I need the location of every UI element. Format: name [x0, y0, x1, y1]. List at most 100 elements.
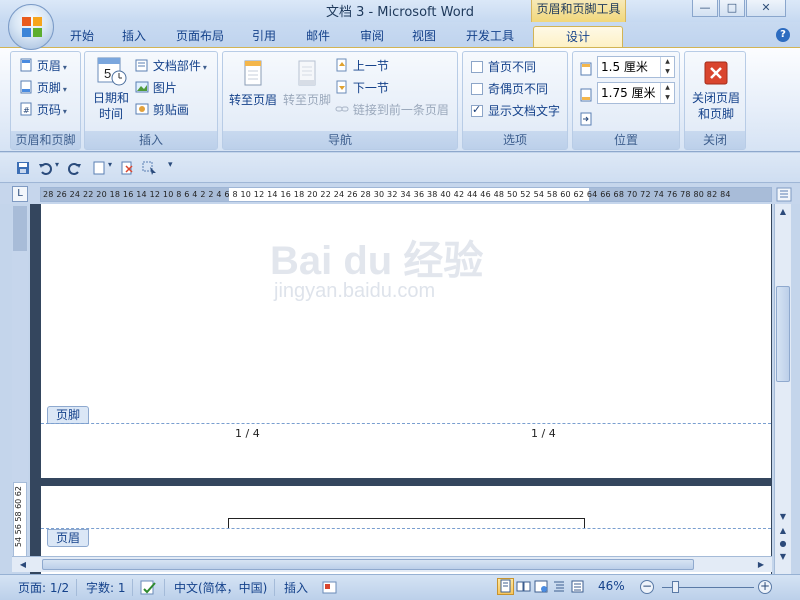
- insert-mode[interactable]: 插入: [284, 579, 308, 596]
- horizontal-scrollbar[interactable]: ◀ ▶: [12, 556, 772, 572]
- footer-icon: [20, 80, 32, 94]
- help-icon[interactable]: ?: [776, 28, 790, 42]
- proofing-icon[interactable]: [140, 580, 158, 596]
- picture-button[interactable]: 图片: [135, 80, 177, 96]
- tab-developer[interactable]: 开发工具: [458, 26, 522, 48]
- document-icon[interactable]: [92, 161, 106, 175]
- print-layout-view-button[interactable]: [497, 578, 514, 595]
- tab-design[interactable]: 设计: [533, 26, 623, 48]
- draft-icon: [571, 580, 584, 593]
- goto-footer-button[interactable]: 转至页脚: [281, 58, 333, 108]
- tab-home[interactable]: 开始: [62, 26, 102, 48]
- customize-qat-icon[interactable]: ▾: [168, 160, 173, 170]
- clip-art-button[interactable]: 剪贴画: [135, 102, 189, 118]
- scroll-left-icon[interactable]: ◀: [16, 558, 30, 572]
- status-bar: 页面: 1/2 字数: 1 中文(简体，中国) 插入 46% − +: [0, 574, 800, 600]
- scroll-down-icon[interactable]: ▼: [776, 510, 790, 524]
- maximize-button[interactable]: □: [719, 0, 745, 17]
- zoom-level[interactable]: 46%: [598, 579, 625, 593]
- print-preview-icon[interactable]: [120, 161, 134, 175]
- tab-page-layout[interactable]: 页面布局: [168, 26, 232, 48]
- group-label-insert: 插入: [85, 131, 217, 149]
- footer-from-bottom-input[interactable]: 1.75 厘米 ▲ ▼: [597, 82, 675, 104]
- web-layout-view-button[interactable]: [533, 578, 550, 595]
- svg-text:5: 5: [104, 66, 111, 81]
- page-number-right[interactable]: 1 / 4: [531, 427, 556, 440]
- page-1[interactable]: [41, 204, 771, 478]
- scroll-up-icon[interactable]: ▲: [776, 205, 790, 219]
- goto-header-label: 转至页眉: [228, 93, 277, 107]
- page-number-left[interactable]: 1 / 4: [235, 427, 260, 440]
- insert-alignment-tab-icon[interactable]: [579, 112, 593, 126]
- office-button[interactable]: [8, 4, 54, 50]
- macro-record-icon[interactable]: [322, 580, 338, 596]
- next-section-button[interactable]: 下一节: [335, 80, 389, 96]
- quick-parts-button[interactable]: 文档部件 ▾: [135, 58, 207, 76]
- window-title: 文档 3 - Microsoft Word: [325, 5, 475, 20]
- previous-section-label: 上一节: [352, 59, 389, 73]
- zoom-out-button[interactable]: −: [640, 580, 654, 594]
- outline-view-button[interactable]: [551, 578, 568, 595]
- redo-icon[interactable]: [68, 161, 82, 175]
- horizontal-ruler[interactable]: 28 26 24 22 20 18 16 14 12 10 8 6 4 2 2 …: [40, 187, 772, 202]
- draft-view-button[interactable]: [569, 578, 586, 595]
- undo-dropdown-icon[interactable]: ▾: [55, 160, 59, 169]
- select-objects-icon[interactable]: [142, 161, 158, 175]
- tab-insert[interactable]: 插入: [114, 26, 154, 48]
- footer-button[interactable]: 页脚 ▾: [19, 80, 67, 98]
- vertical-ruler[interactable]: 54 56 58 60 62: [12, 206, 28, 572]
- header-table-outline[interactable]: [228, 518, 585, 528]
- tab-references[interactable]: 引用: [244, 26, 284, 48]
- group-navigation: 转至页眉 转至页脚 上一节 下一节 链接到前一条页眉 导航: [222, 51, 458, 150]
- scroll-right-icon[interactable]: ▶: [754, 558, 768, 572]
- picture-icon: [135, 81, 149, 93]
- header-button[interactable]: 页眉 ▾: [19, 58, 67, 76]
- minimize-button[interactable]: —: [692, 0, 718, 17]
- tab-review[interactable]: 审阅: [352, 26, 392, 48]
- vertical-scrollbar[interactable]: ▲ ▼ ▲ ● ▼: [774, 204, 791, 574]
- different-odd-even-label: 奇偶页不同: [488, 82, 549, 96]
- page-number-icon: #: [20, 102, 32, 116]
- word-count[interactable]: 字数: 1: [86, 579, 126, 596]
- zoom-slider-knob[interactable]: [672, 581, 679, 593]
- language-indicator[interactable]: 中文(简体，中国): [174, 579, 267, 596]
- view-ruler-icon[interactable]: [776, 187, 792, 202]
- date-time-label-1: 日期和: [92, 91, 129, 105]
- group-label-close: 关闭: [685, 131, 745, 149]
- document-dropdown-icon[interactable]: ▾: [108, 160, 112, 169]
- show-document-text-checkbox[interactable]: [471, 103, 483, 117]
- zoom-in-button[interactable]: +: [758, 580, 772, 594]
- goto-header-button[interactable]: 转至页眉: [227, 58, 279, 108]
- previous-page-icon[interactable]: ▲: [776, 524, 790, 538]
- quick-access-toolbar: ▾ ▾ ▾: [0, 153, 800, 183]
- link-to-previous-button[interactable]: 链接到前一条页眉: [335, 102, 449, 118]
- undo-icon[interactable]: [38, 161, 52, 175]
- next-page-icon[interactable]: ▼: [776, 550, 790, 564]
- header-tag: 页眉: [47, 529, 89, 547]
- different-odd-even-checkbox[interactable]: [471, 83, 483, 95]
- tab-selector-button[interactable]: L: [12, 186, 28, 202]
- header-from-top-input[interactable]: 1.5 厘米 ▲ ▼: [597, 56, 675, 78]
- date-time-button[interactable]: 5 日期和 时间: [91, 56, 131, 122]
- different-first-page-checkbox[interactable]: [471, 61, 483, 73]
- vertical-scroll-thumb[interactable]: [776, 286, 790, 382]
- tab-mailings[interactable]: 邮件: [298, 26, 338, 48]
- previous-section-button[interactable]: 上一节: [335, 58, 389, 74]
- group-label-header-footer: 页眉和页脚: [11, 131, 80, 149]
- full-screen-reading-view-button[interactable]: [515, 578, 532, 595]
- select-browse-object-icon[interactable]: ●: [776, 537, 790, 551]
- spinner-arrows-icon[interactable]: ▲ ▼: [660, 83, 674, 103]
- horizontal-scroll-thumb[interactable]: [42, 559, 694, 570]
- close-button[interactable]: ✕: [746, 0, 786, 17]
- goto-footer-icon: [298, 60, 316, 86]
- ruler-ticks: 28 26 24 22 20 18 16 14 12 10 8 6 4 2 2 …: [43, 190, 731, 199]
- full-screen-reading-icon: [516, 581, 531, 592]
- page-count[interactable]: 页面: 1/2: [18, 579, 69, 596]
- close-header-footer-button[interactable]: 关闭页眉 和页脚: [688, 60, 744, 122]
- page-number-button[interactable]: # 页码 ▾: [19, 102, 67, 120]
- spinner-arrows-icon[interactable]: ▲ ▼: [660, 57, 674, 77]
- save-icon[interactable]: [16, 161, 30, 175]
- tab-view[interactable]: 视图: [404, 26, 444, 48]
- goto-header-icon: [244, 60, 262, 86]
- goto-footer-label: 转至页脚: [282, 93, 331, 107]
